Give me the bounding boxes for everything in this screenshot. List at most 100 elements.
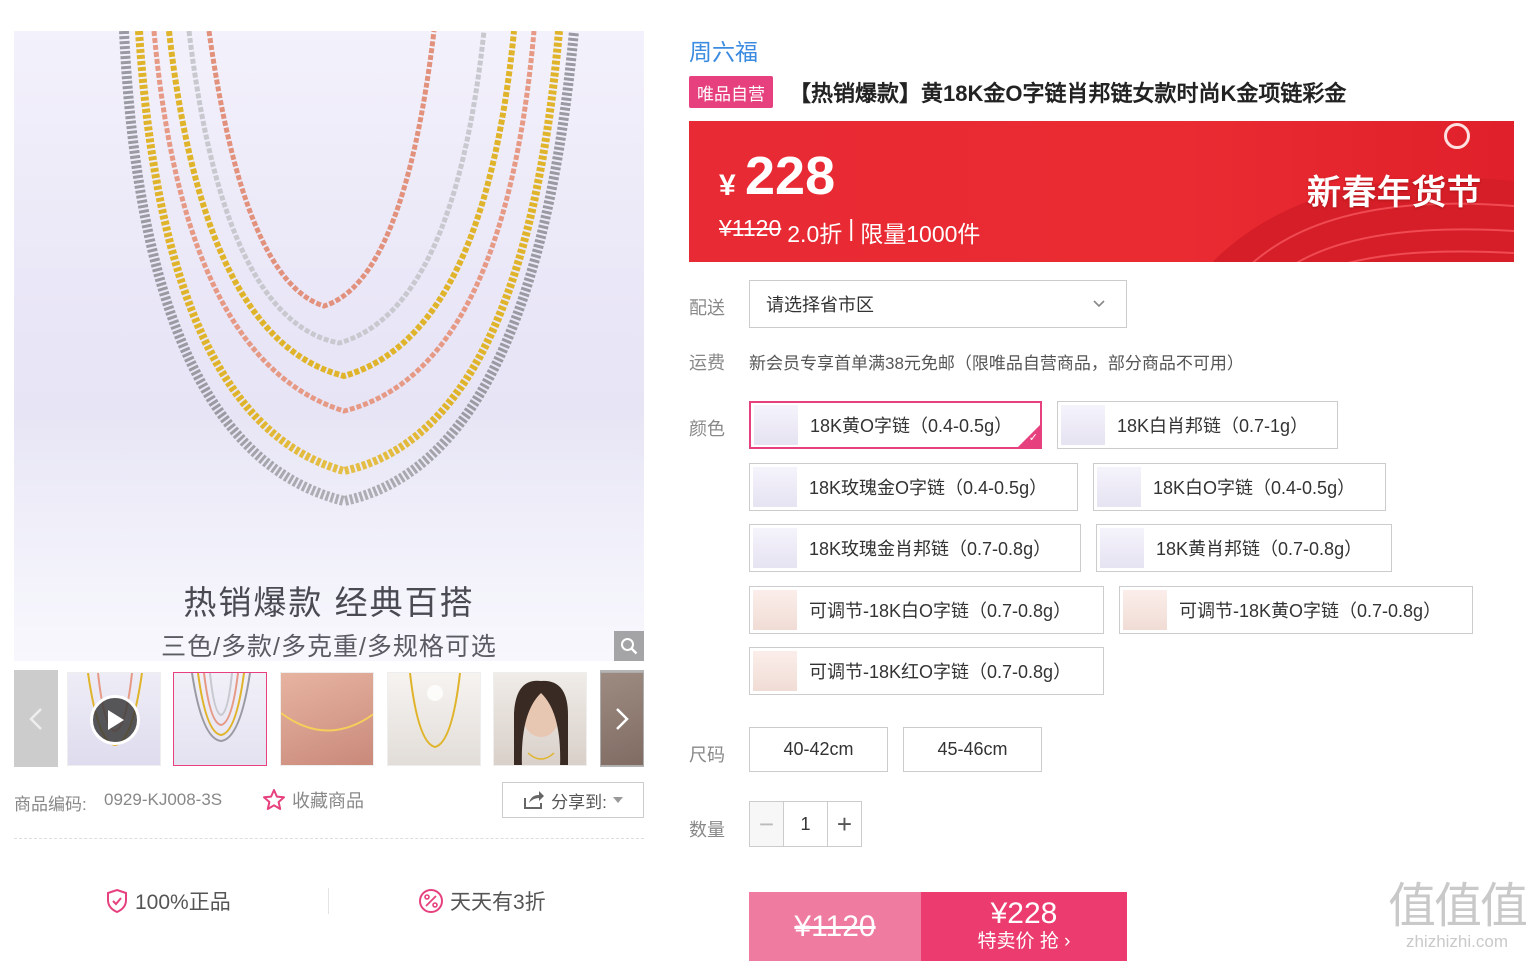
color-swatch (754, 405, 798, 445)
color-option-label: 18K白肖邦链（0.7-1g） (1117, 416, 1309, 436)
size-option[interactable]: 40-42cm (749, 727, 888, 772)
thumbnail-model[interactable] (493, 672, 587, 766)
thumbnail-selected[interactable] (173, 672, 267, 766)
stock-limit: 限量1000件 (860, 221, 981, 247)
price-currency: ¥ (719, 169, 736, 202)
color-option-label: 18K黄O字链（0.4-0.5g） (810, 416, 1013, 436)
slogan-main: 热销爆款 经典百搭 (183, 584, 475, 621)
buy-cta-label: 特卖价 抢 › (977, 930, 1071, 952)
slogan-sub: 三色/多款/多克重/多规格可选 (161, 633, 497, 661)
magnifier-icon (621, 638, 638, 655)
product-title: 【热销爆款】黄18K金O字链肖邦链女款时尚K金项链彩金 (789, 81, 1347, 106)
self-operated-badge: 唯品自营 (689, 76, 773, 108)
thumb-next-button[interactable] (600, 670, 644, 767)
share-icon (524, 791, 545, 809)
size-label: 尺码 (689, 745, 725, 765)
color-option[interactable]: 可调节-18K白O字链（0.7-0.8g） (749, 586, 1104, 634)
price-subline: ¥1120 2.0折 | 限量1000件 (719, 215, 980, 249)
divider (14, 838, 644, 839)
color-option-label: 可调节-18K红O字链（0.7-0.8g） (809, 662, 1072, 682)
price-separator: | (848, 215, 855, 241)
thumbnail-video[interactable] (67, 672, 161, 766)
thumbnail-4[interactable] (387, 672, 481, 766)
quantity-increase-button[interactable]: + (827, 802, 861, 846)
color-swatch (1100, 528, 1144, 568)
thumb-model-graphic (514, 680, 568, 765)
current-price: 228 (745, 146, 836, 206)
color-option-label: 18K玫瑰金O字链（0.4-0.5g） (809, 478, 1048, 498)
watermark-url: zhizhizhi.com (1405, 931, 1509, 951)
play-icon[interactable] (90, 695, 140, 745)
festival-title: 新春年货节 (1307, 173, 1482, 213)
color-option-label: 18K白O字链（0.4-0.5g） (1153, 478, 1356, 498)
quantity-value[interactable]: 1 (784, 802, 827, 846)
brand-link[interactable]: 周六福 (689, 33, 758, 67)
color-option[interactable]: 18K玫瑰金O字链（0.4-0.5g） (749, 463, 1078, 511)
check-icon: ✓ (1028, 432, 1038, 444)
buy-price: ¥228 (990, 897, 1058, 931)
thumb-prev-button[interactable] (14, 670, 58, 767)
region-select-value: 请选择省市区 (766, 295, 874, 315)
color-swatch (1123, 590, 1167, 630)
thumbnail-3[interactable] (280, 672, 374, 766)
color-swatch (753, 651, 797, 691)
color-swatch (753, 590, 797, 630)
color-option[interactable]: 18K白O字链（0.4-0.5g） (1093, 463, 1386, 511)
thumb-chain-graphic (409, 673, 461, 749)
quantity-label: 数量 (689, 820, 725, 840)
discount-rate: 2.0折 (787, 221, 843, 247)
shield-check-icon (107, 888, 127, 914)
percent-badge-icon (419, 889, 443, 913)
buy-original-price: ¥1120 (749, 892, 921, 961)
color-option-label: 可调节-18K黄O字链（0.7-0.8g） (1179, 601, 1442, 621)
buy-now-area[interactable]: ¥228 特卖价 抢 › (921, 892, 1127, 961)
share-button[interactable]: 分享到: (502, 782, 644, 818)
assurance-divider (328, 888, 329, 914)
product-page: 热销爆款 经典百搭 三色/多款/多克重/多规格可选 商品编码: 0929-KJ0… (0, 0, 1540, 966)
thumbnail-strip (14, 670, 644, 767)
assurance-genuine: 100%正品 (105, 886, 231, 916)
original-price: ¥1120 (719, 215, 782, 241)
assurance-genuine-label: 100%正品 (135, 891, 231, 914)
watermark-logo: 值值值 (1387, 878, 1528, 934)
site-watermark: 值值值 zhizhizhi.com (1382, 880, 1532, 951)
chevron-down-icon (1093, 300, 1105, 308)
product-meta-row: 商品编码: 0929-KJ008-3S 收藏商品 分享到: (14, 782, 644, 818)
shipping-info: 新会员专享首单满38元免邮（限唯品自营商品，部分商品不可用） (749, 354, 1244, 373)
delivery-label: 配送 (689, 298, 725, 318)
color-swatch (753, 528, 797, 568)
buy-button[interactable]: ¥1120 ¥228 特卖价 抢 › (749, 892, 1127, 961)
color-option-label: 18K玫瑰金肖邦链（0.7-0.8g） (809, 539, 1052, 559)
color-option[interactable]: 可调节-18K黄O字链（0.7-0.8g） (1119, 586, 1473, 634)
color-option-selected[interactable]: 18K黄O字链（0.4-0.5g） ✓ (749, 401, 1042, 449)
region-select[interactable]: 请选择省市区 (749, 280, 1127, 328)
color-option[interactable]: 可调节-18K红O字链（0.7-0.8g） (749, 647, 1104, 695)
color-swatch (1097, 467, 1141, 507)
assurance-discount: 天天有3折 (418, 886, 546, 916)
color-option[interactable]: 18K玫瑰金肖邦链（0.7-0.8g） (749, 524, 1081, 572)
sku-value: 0929-KJ008-3S (104, 790, 223, 809)
color-option-label: 可调节-18K白O字链（0.7-0.8g） (809, 601, 1072, 621)
chevron-right-icon (616, 707, 629, 730)
quantity-stepper: − 1 + (749, 801, 862, 847)
chevron-left-icon (29, 707, 42, 730)
color-option[interactable]: 18K黄肖邦链（0.7-0.8g） (1096, 524, 1392, 572)
color-option[interactable]: 18K白肖邦链（0.7-1g） (1057, 401, 1338, 449)
share-label: 分享到: (551, 792, 607, 812)
price-banner: ¥ 228 ¥1120 2.0折 | 限量1000件 新春年货节 (689, 121, 1514, 262)
caret-down-icon (612, 797, 623, 803)
zoom-button[interactable] (614, 631, 644, 661)
coin-decoration (1444, 123, 1470, 149)
favorite-button[interactable]: 收藏商品 (262, 787, 364, 813)
shipping-label: 运费 (689, 353, 725, 373)
color-label: 颜色 (689, 419, 725, 439)
color-swatch (1061, 405, 1105, 445)
assurance-discount-label: 天天有3折 (450, 891, 546, 914)
color-option-label: 18K黄肖邦链（0.7-0.8g） (1156, 539, 1363, 559)
quantity-decrease-button[interactable]: − (750, 802, 784, 846)
main-product-image[interactable]: 热销爆款 经典百搭 三色/多款/多克重/多规格可选 (14, 31, 644, 661)
size-option[interactable]: 45-46cm (903, 727, 1042, 772)
star-icon (263, 789, 285, 810)
favorite-label: 收藏商品 (292, 791, 364, 811)
color-swatch (753, 467, 797, 507)
